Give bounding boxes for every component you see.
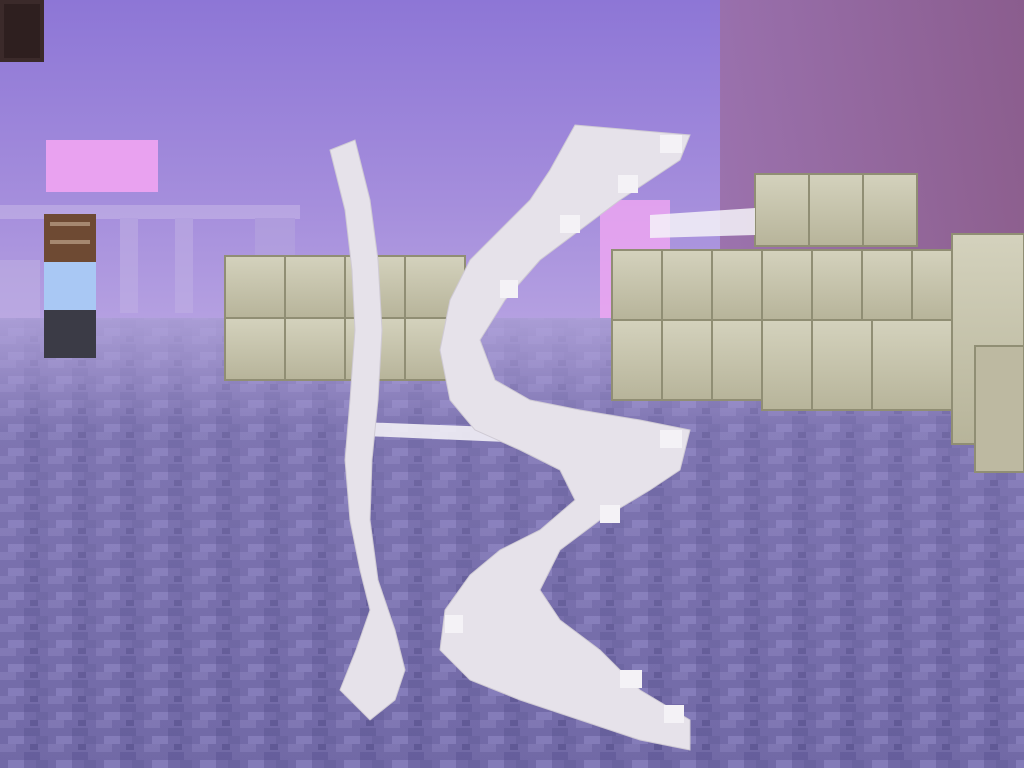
lamp-pillar: [44, 214, 96, 358]
game-viewport[interactable]: [0, 0, 1024, 768]
stone-blocks-left: [224, 255, 466, 381]
game-scene: [0, 0, 1024, 768]
pink-block-left: [46, 140, 158, 192]
